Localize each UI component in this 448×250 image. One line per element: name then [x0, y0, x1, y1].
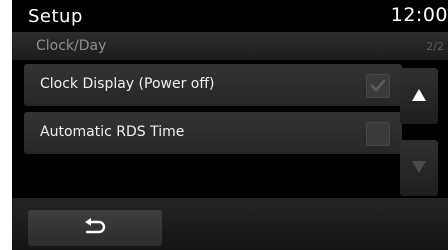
setting-label: Automatic RDS Time — [40, 124, 185, 140]
setting-row-clock-display[interactable]: Clock Display (Power off) — [24, 64, 402, 106]
setting-label: Clock Display (Power off) — [40, 76, 215, 92]
page-title: Setup — [28, 6, 83, 27]
scroll-up-button[interactable] — [400, 68, 438, 124]
triangle-down-icon — [412, 161, 426, 173]
triangle-up-icon — [412, 89, 426, 101]
title-bar: Setup 12:00 — [12, 0, 448, 32]
section-title: Clock/Day — [36, 38, 107, 54]
setting-row-automatic-rds-time[interactable]: Automatic RDS Time — [24, 112, 402, 154]
setup-screen: Setup 12:00 Clock/Day 2/2 Clock Display … — [12, 0, 448, 250]
automatic-rds-time-checkbox[interactable] — [366, 122, 390, 146]
footer-bar — [12, 198, 448, 250]
page-indicator: 2/2 — [426, 40, 444, 53]
back-arrow-icon — [85, 218, 106, 234]
sub-header: Clock/Day 2/2 — [12, 32, 448, 60]
back-button[interactable] — [28, 210, 162, 246]
checkmark-icon — [370, 79, 386, 92]
clock-display-checkbox[interactable] — [366, 74, 390, 98]
clock-time: 12:00 — [390, 4, 448, 26]
scroll-down-button[interactable] — [400, 140, 438, 196]
